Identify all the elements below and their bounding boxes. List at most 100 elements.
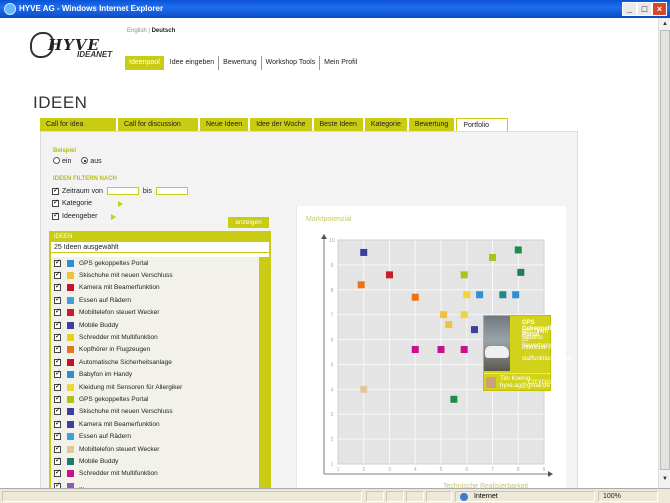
data-point[interactable] [499, 291, 507, 299]
data-point[interactable] [360, 248, 368, 256]
data-point[interactable] [489, 253, 496, 261]
data-point[interactable] [463, 291, 471, 299]
tooltip-action[interactable]: CITYGGNSE [528, 380, 563, 386]
idea-tooltip[interactable]: GPS Gekoppeltes Portal von Timm Roberts … [483, 315, 573, 391]
list-item[interactable]: Kamera mit Beamerfunktion [51, 282, 259, 294]
data-point[interactable] [512, 291, 520, 299]
list-item[interactable]: Kamera mit Beamerfunktion [51, 418, 259, 430]
list-item[interactable]: Essen auf Rädern [51, 430, 259, 442]
data-point[interactable] [445, 321, 453, 329]
idea-checkbox[interactable] [54, 456, 61, 465]
data-point[interactable] [357, 281, 365, 289]
list-item[interactable]: Mobiltelefon steuert Wecker [51, 443, 259, 455]
data-point[interactable] [470, 326, 478, 334]
idea-checkbox[interactable] [54, 468, 61, 478]
nav-bewertung[interactable]: Bewertung [218, 56, 260, 70]
zoom-level[interactable]: 100% [598, 491, 658, 502]
ideengeber-expand-icon[interactable] [111, 213, 117, 220]
nav-ideenpool[interactable]: Ideenpool [125, 56, 164, 70]
data-point[interactable] [517, 268, 525, 276]
tab-call-for-discussion[interactable]: Call for discussion [118, 118, 198, 131]
close-button[interactable]: × [652, 2, 667, 16]
list-item[interactable]: Kleidung mit Sensoren für Allergiker [51, 381, 259, 393]
data-point[interactable] [460, 271, 468, 279]
idea-checkbox[interactable] [54, 270, 61, 280]
scroll-up-icon[interactable]: ▲ [660, 19, 670, 29]
idea-checkbox[interactable] [54, 444, 61, 453]
ideengeber-checkbox[interactable] [52, 211, 59, 220]
data-point[interactable] [460, 346, 468, 354]
idea-checkbox[interactable] [54, 307, 61, 317]
scroll-down-icon[interactable]: ▼ [660, 474, 670, 484]
idea-checkbox[interactable] [54, 282, 61, 292]
date-from-input[interactable] [106, 187, 139, 195]
data-point[interactable] [411, 293, 419, 301]
idea-checkbox[interactable] [54, 332, 61, 342]
kategorie-checkbox[interactable] [52, 198, 59, 207]
list-item[interactable]: Essen auf Rädern [51, 294, 259, 306]
list-item[interactable]: Kopfhörer in Flugzeugen [51, 344, 259, 356]
data-point[interactable] [450, 395, 458, 403]
list-item[interactable]: Skischuhe mit neuen Verschluss [51, 269, 259, 281]
list-item[interactable]: Schredder mit Multifunktion [51, 468, 259, 480]
radio-aus[interactable]: aus [81, 157, 102, 165]
lang-english-link[interactable]: English [127, 28, 147, 34]
idea-checkbox[interactable] [54, 382, 61, 391]
list-item[interactable]: Schredder mit Multifunktion [51, 331, 259, 343]
data-point[interactable] [386, 271, 393, 279]
x-tick-label: 1 [337, 467, 340, 473]
idea-checkbox[interactable] [54, 394, 61, 403]
data-point[interactable] [411, 346, 419, 354]
list-item[interactable]: Skischuhe mit neuen Verschluss [51, 406, 259, 418]
list-item[interactable]: Automatische Sicherheitsanlage [51, 356, 259, 368]
show-button[interactable]: anzeigen [228, 217, 269, 228]
list-item[interactable]: GPS gekoppeltes Portal [51, 257, 259, 269]
scroll-thumb[interactable] [660, 30, 670, 470]
radio-ein-icon[interactable] [53, 157, 60, 164]
list-item[interactable]: Mobile Buddy [51, 455, 259, 467]
idea-checkbox[interactable] [54, 406, 61, 416]
idea-color-swatch [67, 395, 74, 403]
list-item[interactable]: Babyfon im Handy [51, 369, 259, 381]
list-item[interactable]: GPS gekoppeltes Portal [51, 393, 259, 405]
x-tick-label: 7 [491, 467, 494, 473]
list-item[interactable]: Mobiltelefon steuert Wecker [51, 307, 259, 319]
car-image-icon [485, 346, 509, 358]
idea-checkbox[interactable] [54, 369, 61, 379]
radio-aus-icon[interactable] [81, 157, 89, 164]
tab-bewertung[interactable]: Bewertung [408, 118, 455, 131]
maximize-button[interactable]: □ [637, 2, 652, 16]
list-item[interactable]: Mobile Buddy [51, 319, 259, 331]
radio-ein[interactable]: ein [53, 157, 71, 165]
tab-kategorie[interactable]: Kategorie [364, 118, 407, 131]
kategorie-expand-icon[interactable] [117, 200, 123, 207]
data-point[interactable] [360, 385, 368, 393]
data-point[interactable] [514, 246, 522, 254]
nav-mein-profil[interactable]: Mein Profil [319, 56, 361, 70]
idea-checkbox[interactable] [54, 344, 61, 354]
zeitraum-checkbox[interactable] [52, 186, 59, 195]
tab-idee-der-woche[interactable]: Idee der Woche [250, 118, 312, 131]
idea-checkbox[interactable] [54, 419, 61, 428]
idea-checkbox[interactable] [54, 320, 61, 329]
idea-checkbox[interactable] [54, 357, 61, 366]
page-scrollbar[interactable]: ▲ ▼ [658, 18, 670, 488]
date-to-input[interactable] [155, 187, 188, 195]
tab-beste-ideen[interactable]: Beste Ideen [313, 118, 363, 131]
tab-call-for-idea[interactable]: Call for idea [40, 118, 116, 131]
idea-color-swatch [67, 284, 74, 292]
data-point[interactable] [440, 311, 448, 319]
tab-portfolio[interactable]: Portfolio [456, 118, 509, 131]
idea-checkbox[interactable] [54, 258, 61, 267]
idea-checkbox[interactable] [54, 431, 61, 441]
tab-neue-ideen[interactable]: Neue Ideen [200, 118, 249, 131]
idea-list-scrollbar[interactable] [259, 257, 269, 489]
nav-workshop-tools[interactable]: Workshop Tools [260, 56, 320, 70]
idea-checkbox[interactable] [54, 295, 61, 304]
data-point[interactable] [476, 291, 484, 299]
data-point[interactable] [460, 311, 468, 319]
data-point[interactable] [437, 346, 445, 354]
minimize-button[interactable]: _ [622, 2, 637, 16]
lang-deutsch-link[interactable]: Deutsch [152, 28, 176, 34]
nav-idee-eingeben[interactable]: Idee eingeben [166, 56, 218, 70]
